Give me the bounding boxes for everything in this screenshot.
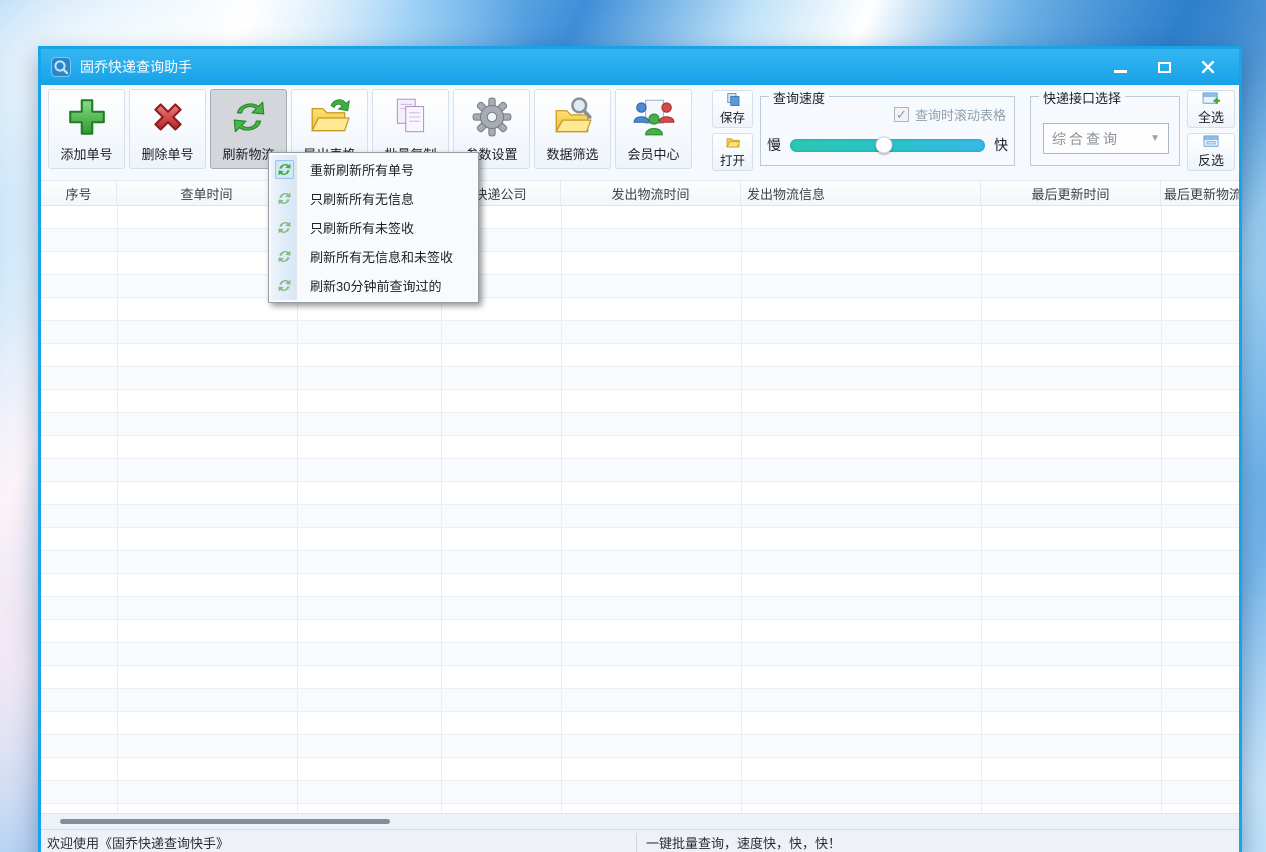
table-header: 序号 查单时间 快递公司 发出物流时间 发出物流信息 最后更新时间 最后更新物流 [41, 180, 1239, 206]
button-label: 添加单号 [60, 144, 112, 163]
column-divider [1161, 206, 1162, 813]
title-bar[interactable]: 固乔快递查询助手 [41, 49, 1239, 85]
refresh-icon [227, 95, 271, 139]
copy-icon [389, 95, 433, 139]
export-icon [308, 95, 352, 139]
button-label: 删除单号 [141, 144, 193, 163]
minimize-icon [1114, 70, 1127, 73]
maximize-button[interactable] [1149, 54, 1179, 80]
save-button[interactable]: 保存 [712, 90, 753, 128]
add-icon [65, 95, 109, 139]
menu-item-label: 重新刷新所有单号 [310, 160, 414, 179]
app-window: 固乔快递查询助手 添加单号 [38, 46, 1242, 852]
refresh-icon [275, 247, 294, 266]
interface-select[interactable]: 综合查询 ▼ [1043, 123, 1169, 154]
slow-label: 慢 [767, 135, 781, 155]
scroll-table-checkbox-row[interactable]: ✓ 查询时滚动表格 [894, 105, 1006, 124]
speed-slider-thumb[interactable] [875, 137, 892, 154]
refresh-context-menu: 重新刷新所有单号 只刷新所有无信息 只刷新所 [268, 152, 479, 303]
open-icon [725, 135, 741, 150]
status-bar: 欢迎使用《固乔快递查询快手》 一键批量查询，速度快，快，快！ [41, 829, 1239, 852]
scroll-table-checkbox[interactable]: ✓ [894, 107, 909, 122]
maximize-icon [1158, 62, 1171, 73]
status-slogan-text: 一键批量查询，速度快，快，快！ [637, 833, 841, 852]
horizontal-scrollbar-thumb[interactable] [60, 819, 390, 824]
column-divider [117, 206, 118, 813]
column-divider [981, 206, 982, 813]
button-label: 保存 [720, 107, 745, 126]
column-divider [741, 206, 742, 813]
data-filter-button[interactable]: 数据筛选 [534, 89, 611, 169]
toolbar: 添加单号 删除单号 刷新物流 [41, 85, 1239, 180]
button-label: 会员中心 [627, 144, 679, 163]
column-header-seq[interactable]: 序号 [41, 181, 117, 205]
panel-title: 查询速度 [769, 88, 829, 107]
refresh-icon [275, 189, 294, 208]
chevron-down-icon: ▼ [1150, 133, 1160, 144]
query-speed-panel: 查询速度 ✓ 查询时滚动表格 慢 快 [760, 96, 1015, 166]
column-header-dispatch-time[interactable]: 发出物流时间 [561, 181, 741, 205]
panel-title: 快递接口选择 [1039, 88, 1125, 107]
delete-order-button[interactable]: 删除单号 [129, 89, 206, 169]
close-icon [1201, 60, 1215, 74]
column-header-last-update-info[interactable]: 最后更新物流 [1161, 181, 1239, 205]
button-label: 数据筛选 [546, 144, 598, 163]
horizontal-scrollbar[interactable] [41, 813, 1239, 829]
invert-selection-button[interactable]: 反选 [1187, 133, 1235, 171]
selected-option: 综合查询 [1052, 129, 1120, 149]
menu-item-label: 只刷新所有未签收 [310, 218, 414, 237]
refresh-icon [275, 160, 294, 179]
save-icon [725, 92, 741, 107]
members-icon [632, 95, 676, 139]
button-label: 全选 [1198, 107, 1224, 126]
menu-item-refresh-no-info[interactable]: 只刷新所有无信息 [269, 184, 478, 213]
table-body [41, 206, 1239, 813]
menu-item-refresh-unsigned[interactable]: 只刷新所有未签收 [269, 213, 478, 242]
button-label: 刷新物流 [222, 144, 274, 163]
minimize-button[interactable] [1105, 54, 1135, 80]
invert-selection-icon [1202, 135, 1221, 150]
column-header-dispatch-info[interactable]: 发出物流信息 [741, 181, 981, 205]
menu-item-refresh-30min[interactable]: 刷新30分钟前查询过的 [269, 271, 478, 300]
menu-item-label: 只刷新所有无信息 [310, 189, 414, 208]
menu-item-label: 刷新30分钟前查询过的 [310, 276, 441, 295]
close-button[interactable] [1193, 54, 1223, 80]
button-label: 打开 [720, 150, 745, 169]
filter-icon [551, 95, 595, 139]
speed-slider[interactable] [790, 139, 985, 152]
courier-interface-panel: 快递接口选择 综合查询 ▼ [1030, 96, 1180, 166]
status-welcome-text: 欢迎使用《固乔快递查询快手》 [41, 833, 636, 852]
fast-label: 快 [994, 135, 1008, 155]
check-icon: ✓ [896, 108, 907, 121]
refresh-icon [275, 218, 294, 237]
column-header-last-update-time[interactable]: 最后更新时间 [981, 181, 1161, 205]
delete-icon [146, 95, 190, 139]
app-logo-icon [51, 57, 71, 77]
open-button[interactable]: 打开 [712, 133, 753, 171]
menu-item-refresh-no-info-and-unsigned[interactable]: 刷新所有无信息和未签收 [269, 242, 478, 271]
add-order-button[interactable]: 添加单号 [48, 89, 125, 169]
select-all-button[interactable]: 全选 [1187, 90, 1235, 128]
checkbox-label: 查询时滚动表格 [915, 105, 1006, 124]
member-center-button[interactable]: 会员中心 [615, 89, 692, 169]
refresh-icon [275, 276, 294, 295]
menu-item-label: 刷新所有无信息和未签收 [310, 247, 453, 266]
gear-icon [470, 95, 514, 139]
column-divider [561, 206, 562, 813]
button-label: 反选 [1198, 150, 1224, 169]
menu-item-refresh-all[interactable]: 重新刷新所有单号 [269, 155, 478, 184]
select-all-icon [1202, 92, 1221, 107]
desktop-wallpaper: 固乔快递查询助手 添加单号 [0, 0, 1266, 852]
window-title: 固乔快递查询助手 [80, 57, 192, 77]
